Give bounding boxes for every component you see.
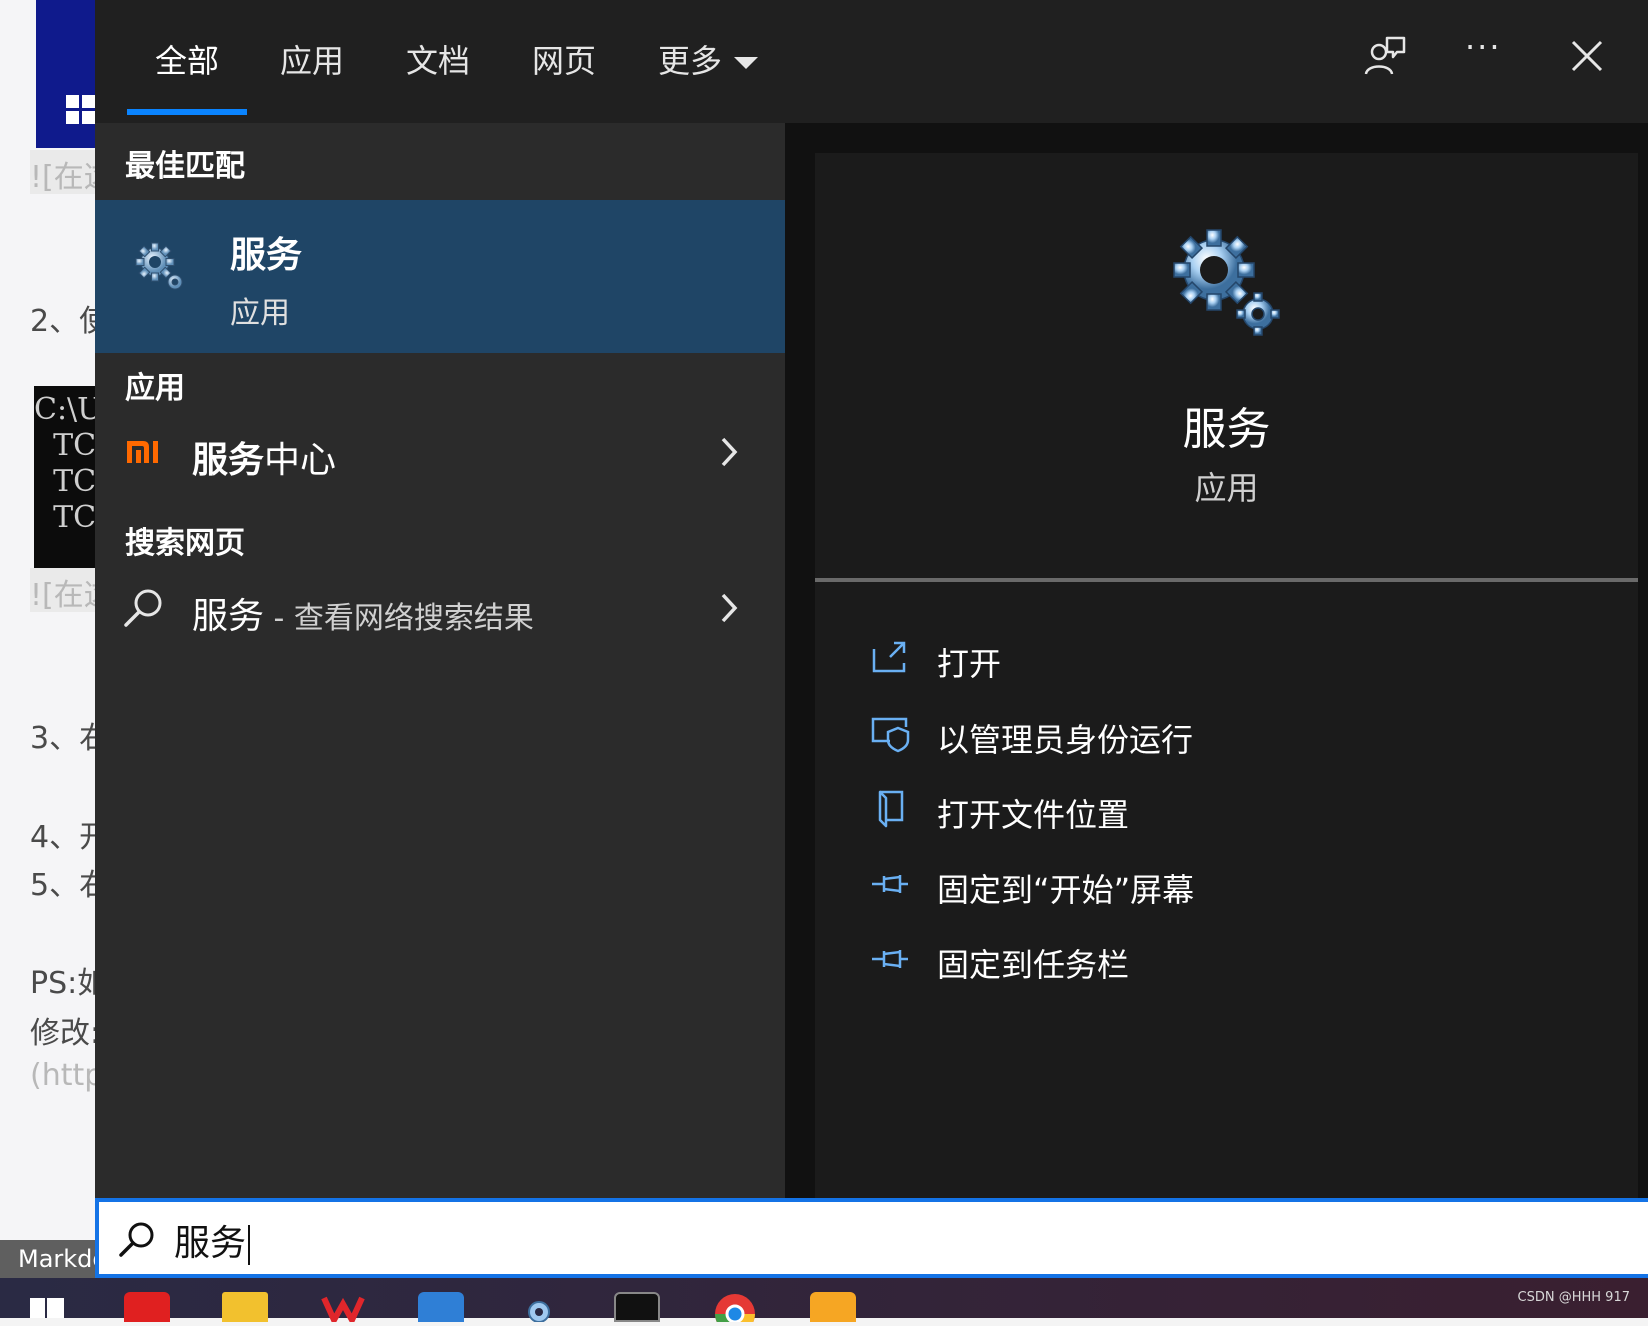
detail-pane: 服务 应用 打开 以管理员身份运行 打开文件位置 固定到“开始”屏幕 固定到任务… (785, 123, 1648, 1198)
chevron-right-icon[interactable] (715, 435, 743, 469)
active-tab-indicator (127, 109, 247, 115)
background-document: ![在这 2、使 C:\U TC TC TC ![在这 3、右 4、开 5、右 … (0, 0, 100, 1245)
action-pin-to-taskbar[interactable]: 固定到任务栏 (870, 930, 1570, 990)
best-match-result[interactable]: 服务 应用 (95, 200, 785, 353)
tab-apps[interactable]: 应用 (280, 36, 344, 82)
text-cursor (248, 1225, 251, 1265)
background-text: 修改: (30, 1016, 100, 1051)
app-result-service-center[interactable]: 服务中心 (95, 413, 785, 489)
detail-app-name: 服务 (1182, 404, 1271, 455)
open-icon (872, 641, 906, 673)
background-text: PS:如 (30, 966, 100, 1001)
action-pin-to-start-label: 固定到“开始”屏幕 (937, 871, 1195, 909)
start-icon[interactable] (30, 1294, 64, 1318)
taskbar: CSDN @HHH 917 (0, 1278, 1648, 1326)
run-as-admin-icon (871, 717, 910, 753)
web-result-label: 服务 - 查看网络搜索结果 (192, 596, 534, 637)
services-gear-icon (1173, 229, 1280, 336)
search-tabs-bar: 全部 应用 文档 网页 更多 ··· (95, 0, 1648, 123)
background-image-tile (36, 0, 100, 148)
action-pin-to-taskbar-label: 固定到任务栏 (937, 946, 1130, 984)
action-open-label: 打开 (937, 645, 1002, 683)
search-icon (119, 1222, 154, 1257)
background-text: ![在这 (30, 160, 100, 195)
detail-app-type: 应用 (1194, 469, 1259, 507)
close-icon[interactable] (1565, 34, 1609, 78)
chevron-down-icon (734, 57, 759, 69)
chevron-right-icon[interactable] (715, 591, 743, 625)
divider (815, 578, 1638, 582)
search-icon (124, 589, 162, 627)
feedback-person-icon[interactable] (1363, 34, 1407, 78)
markdown-status-label: Markdo (0, 1240, 100, 1278)
app-result-label: 服务中心 (192, 440, 337, 481)
windows-logo-icon (66, 95, 96, 125)
pin-taskbar-icon (872, 950, 908, 968)
action-open-file-location-label: 打开文件位置 (937, 796, 1130, 834)
web-search-heading: 搜索网页 (125, 526, 245, 561)
action-run-as-admin-label: 以管理员身份运行 (937, 721, 1194, 759)
best-match-name: 服务 (230, 235, 303, 276)
action-pin-to-start[interactable]: 固定到“开始”屏幕 (870, 855, 1570, 915)
tab-web[interactable]: 网页 (532, 36, 596, 82)
apps-heading: 应用 (125, 371, 185, 406)
watermark-text: CSDN @HHH 917 (1517, 1290, 1630, 1305)
mi-logo-icon (127, 441, 158, 463)
background-text: 4、开 (30, 820, 100, 855)
action-open-file-location[interactable]: 打开文件位置 (870, 780, 1570, 840)
best-match-type: 应用 (230, 296, 290, 331)
background-terminal: C:\U TC TC TC (34, 386, 100, 572)
search-flyout: 全部 应用 文档 网页 更多 ··· 最佳匹配 服务 应用 应用 服务中心 搜索… (95, 0, 1648, 1278)
file-location-icon (878, 790, 904, 828)
tab-all[interactable]: 全部 (155, 36, 219, 82)
search-input[interactable]: 服务 (95, 1198, 1648, 1278)
background-text: 5、右 (30, 868, 100, 903)
web-search-result[interactable]: 服务 - 查看网络搜索结果 (95, 569, 785, 645)
detail-card: 服务 应用 打开 以管理员身份运行 打开文件位置 固定到“开始”屏幕 固定到任务… (815, 153, 1638, 1198)
pin-icon (872, 875, 908, 893)
action-open[interactable]: 打开 (870, 629, 1570, 689)
tab-more[interactable]: 更多 (658, 36, 759, 82)
best-match-heading: 最佳匹配 (125, 149, 245, 184)
background-text: (http (30, 1058, 100, 1093)
background-text: 2、使 (30, 304, 100, 339)
search-query-text: 服务 (174, 1214, 251, 1266)
background-text: 3、右 (30, 721, 100, 756)
tab-more-label: 更多 (658, 42, 723, 80)
tab-documents[interactable]: 文档 (406, 36, 470, 82)
results-pane: 最佳匹配 服务 应用 应用 服务中心 搜索网页 服务 - 查看网络搜索结果 (95, 123, 785, 1198)
more-options-button[interactable]: ··· (1465, 28, 1502, 66)
action-run-as-admin[interactable]: 以管理员身份运行 (870, 705, 1570, 765)
background-text: ![在这 (30, 578, 100, 613)
services-gear-icon (135, 242, 183, 290)
